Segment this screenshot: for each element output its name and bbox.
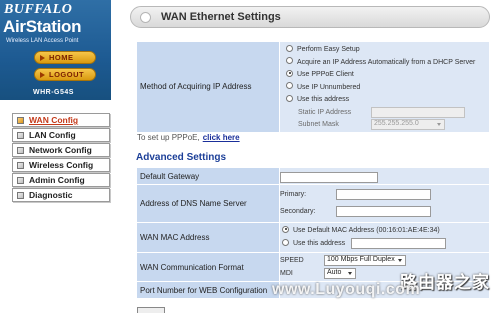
apply-button[interactable] xyxy=(137,307,165,313)
option-use-this-address[interactable]: Use this address xyxy=(286,94,489,107)
chevron-down-icon xyxy=(437,123,441,126)
nav-item-wireless-config[interactable]: Wireless Config xyxy=(12,158,110,172)
option-dhcp[interactable]: Acquire an IP Address Automatically from… xyxy=(286,57,489,70)
option-easy-setup[interactable]: Perform Easy Setup xyxy=(286,44,489,57)
pppoe-hint-text: To set up PPPoE, xyxy=(137,133,200,142)
dns-secondary-label: Secondary: xyxy=(280,208,316,215)
nav-item-admin-config[interactable]: Admin Config xyxy=(12,173,110,187)
dns-primary-label: Primary: xyxy=(280,191,307,198)
nav-item-label: LAN Config xyxy=(29,130,76,140)
mac-cell: Use Default MAC Address (00:16:01:AE:4E:… xyxy=(279,222,490,253)
subnet-value: 255.255.255.0 xyxy=(374,120,419,128)
mdi-select[interactable]: Auto xyxy=(324,268,356,279)
model-name: WHR-G54S xyxy=(33,89,74,96)
mac-custom-label: Use this address xyxy=(293,239,346,247)
nav-item-network-config[interactable]: Network Config xyxy=(12,143,110,157)
nav-item-label: Diagnostic xyxy=(29,190,73,200)
nav-bullet-icon xyxy=(17,146,24,154)
mac-custom-option[interactable]: Use this address xyxy=(282,237,489,251)
logout-button[interactable]: LOGOUT xyxy=(34,68,96,81)
radio-easy-setup[interactable] xyxy=(286,44,293,52)
airstation-logo: AirStation xyxy=(3,17,82,36)
nav-bullet-icon xyxy=(17,176,24,184)
default-gateway-cell xyxy=(279,167,490,185)
speed-row: SPEED 100 Mbps Full Duplex xyxy=(280,255,489,268)
speed-select[interactable]: 100 Mbps Full Duplex xyxy=(324,255,406,266)
ip-method-table: Method of Acquiring IP Address Perform E… xyxy=(136,41,490,133)
pppoe-setup-link[interactable]: click here xyxy=(203,133,240,142)
option-label: Perform Easy Setup xyxy=(297,46,360,53)
advanced-settings-heading: Advanced Settings xyxy=(136,152,227,163)
mdi-label: MDI xyxy=(280,270,293,278)
radio-ip-unnumbered[interactable] xyxy=(286,82,293,90)
nav-bullet-icon xyxy=(17,161,24,169)
nav-bullet-icon xyxy=(17,116,24,124)
sidebar: BUFFALO AirStation Wireless LAN Access P… xyxy=(0,0,111,313)
dns-secondary-row: Secondary: xyxy=(280,204,489,221)
nav-item-wan-config[interactable]: WAN Config xyxy=(12,113,110,127)
nav-item-label: Wireless Config xyxy=(29,160,94,170)
option-label: Use IP Unnumbered xyxy=(297,83,361,91)
title-dot-icon xyxy=(140,11,151,23)
option-label: Acquire an IP Address Automatically from… xyxy=(297,58,476,66)
web-port-label: Port Number for WEB Configuration xyxy=(136,281,280,299)
default-gateway-input[interactable] xyxy=(280,172,378,183)
brand-panel: BUFFALO AirStation Wireless LAN Access P… xyxy=(0,0,111,100)
ip-method-options: Perform Easy Setup Acquire an IP Address… xyxy=(279,41,490,133)
mac-default-label: Use Default MAC Address (00:16:01:AE:4E:… xyxy=(293,227,440,234)
radio-dhcp[interactable] xyxy=(286,57,293,65)
radio-use-this-address[interactable] xyxy=(286,94,293,102)
nav-bullet-icon xyxy=(17,131,24,139)
arrow-right-icon xyxy=(40,71,45,78)
subnet-label: Subnet Mask xyxy=(298,121,339,129)
comm-format-label: WAN Communication Format xyxy=(136,252,280,282)
page-title-bar: WAN Ethernet Settings xyxy=(130,6,490,28)
mac-label: WAN MAC Address xyxy=(136,222,280,253)
dns-primary-input[interactable] xyxy=(336,188,431,200)
watermark-url: www.Luyouqi.com xyxy=(272,281,421,298)
buffalo-logo: BUFFALO xyxy=(4,2,73,17)
option-label: Use PPPoE Client xyxy=(297,71,354,78)
option-label: Use this address xyxy=(297,96,350,103)
static-ip-row: Static IP Address xyxy=(286,106,489,120)
nav-item-label: Network Config xyxy=(29,145,92,155)
mdi-value: Auto xyxy=(327,269,342,277)
radio-mac-custom[interactable] xyxy=(282,238,289,246)
nav-item-lan-config[interactable]: LAN Config xyxy=(12,128,110,142)
static-ip-label: Static IP Address xyxy=(298,108,352,116)
mac-default-option[interactable]: Use Default MAC Address (00:16:01:AE:4E:… xyxy=(282,225,489,238)
subnet-row: Subnet Mask 255.255.255.0 xyxy=(286,119,489,132)
logout-button-label: LOGOUT xyxy=(49,70,85,79)
page-title: WAN Ethernet Settings xyxy=(161,11,281,23)
dns-primary-row: Primary: xyxy=(280,187,489,204)
chevron-down-icon xyxy=(348,272,352,275)
main-content: WAN Ethernet Settings Method of Acquirin… xyxy=(120,0,500,313)
radio-mac-default[interactable] xyxy=(282,225,289,233)
speed-label: SPEED xyxy=(280,257,304,265)
nav-bullet-icon xyxy=(17,191,24,199)
default-gateway-label: Default Gateway xyxy=(136,167,280,185)
nav-item-diagnostic[interactable]: Diagnostic xyxy=(12,188,110,202)
option-ip-unnumbered[interactable]: Use IP Unnumbered xyxy=(286,82,489,95)
dns-cell: Primary: Secondary: xyxy=(279,184,490,223)
nav-item-label: WAN Config xyxy=(29,115,79,125)
chevron-down-icon xyxy=(398,259,402,262)
nav-item-label: Admin Config xyxy=(29,175,85,185)
dns-secondary-input[interactable] xyxy=(336,205,431,217)
speed-value: 100 Mbps Full Duplex xyxy=(327,256,395,264)
static-ip-input[interactable] xyxy=(371,106,465,118)
dns-label: Address of DNS Name Server xyxy=(136,184,280,223)
home-button[interactable]: HOME xyxy=(34,51,96,64)
option-pppoe[interactable]: Use PPPoE Client xyxy=(286,69,489,82)
home-button-label: HOME xyxy=(49,53,74,62)
sidebar-nav: WAN Config LAN Config Network Config Wir… xyxy=(12,113,110,203)
pppoe-hint: To set up PPPoE, click here xyxy=(137,133,240,142)
mac-custom-input[interactable] xyxy=(351,237,446,249)
brand-tagline: Wireless LAN Access Point xyxy=(6,38,79,44)
arrow-right-icon xyxy=(40,54,45,61)
ip-method-label: Method of Acquiring IP Address xyxy=(136,41,280,133)
subnet-select[interactable]: 255.255.255.0 xyxy=(371,119,445,130)
radio-pppoe[interactable] xyxy=(286,69,293,77)
